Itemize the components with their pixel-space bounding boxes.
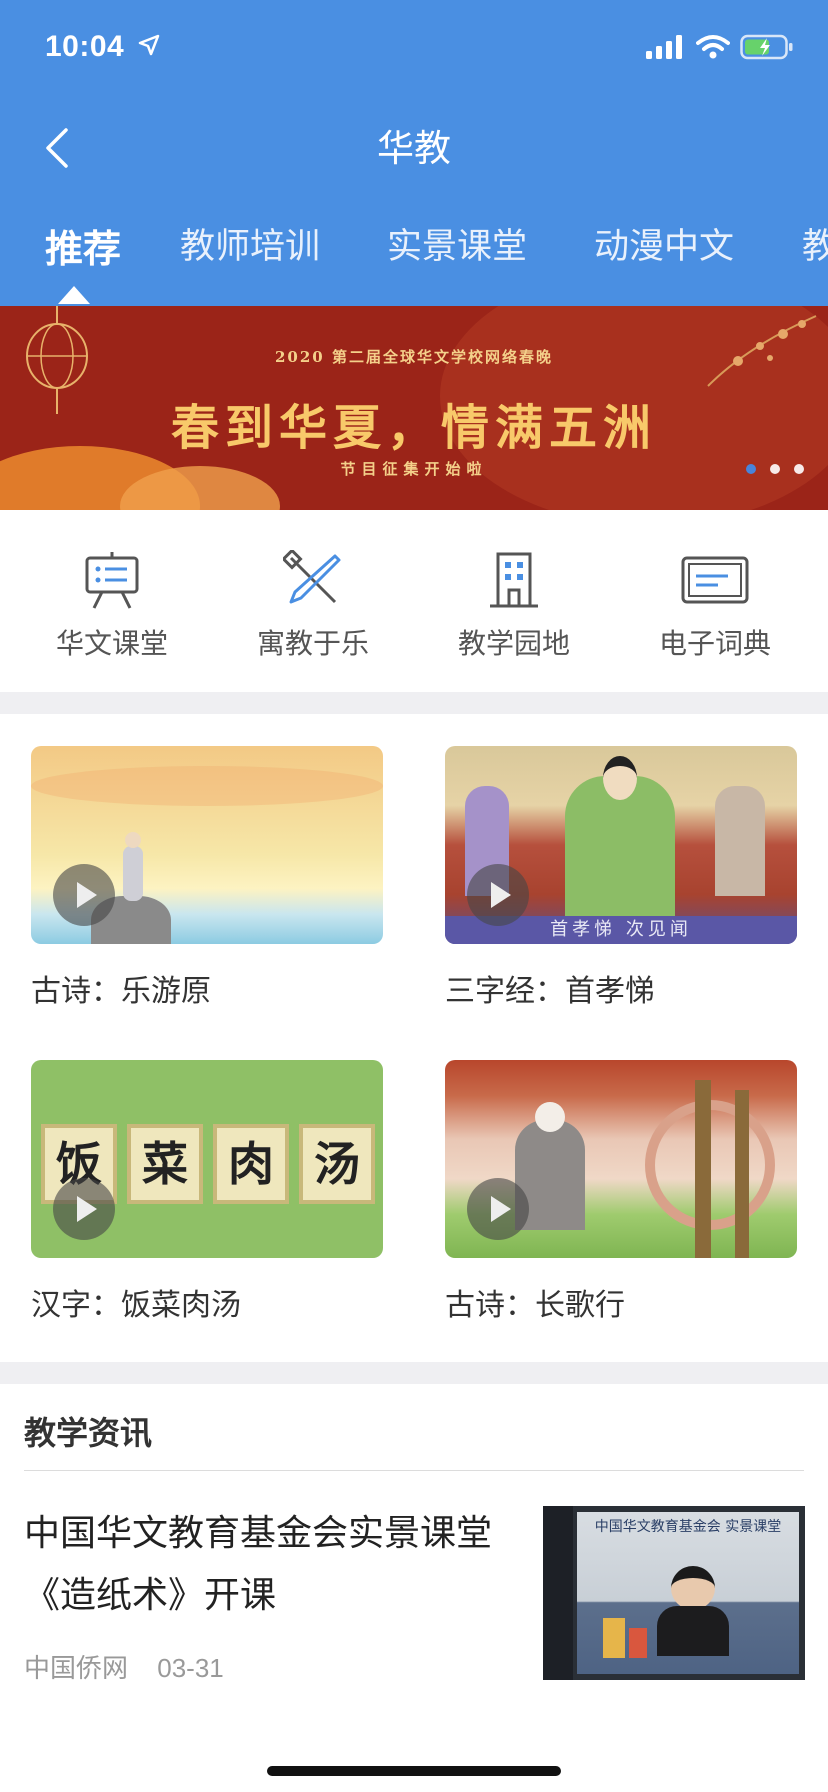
news-section-title: 教学资讯 [24,1415,153,1451]
location-arrow-icon [138,34,160,56]
quick-links: 华文课堂 寓教于乐 教学园地 电子词典 [0,510,828,692]
quick-link-chinese-class[interactable]: 华文课堂 [12,550,212,662]
play-icon[interactable] [53,864,115,926]
play-icon[interactable] [467,1178,529,1240]
news-meta: 中国侨网 03-31 [24,1648,246,1685]
carousel-dot[interactable] [794,464,804,474]
carousel-dot[interactable] [770,464,780,474]
character-card: 汤 [299,1124,375,1204]
banner-event-line: 2020 第二届全球华文学校网络春晚 [275,348,553,366]
video-thumbnail[interactable] [445,1060,797,1258]
section-divider [0,692,828,714]
wifi-icon [696,35,730,59]
banner-headline: 春到华夏，情满五洲 [170,400,657,456]
news-thumbnail[interactable]: 中国华文教育基金会 实景课堂 [543,1506,805,1680]
tab-live-classroom[interactable]: 实景课堂 [387,218,527,269]
tab-recommend[interactable]: 推荐 [45,218,121,273]
signal-icon [646,35,682,59]
video-thumbnail[interactable]: 首孝悌 次见闻 [445,746,797,944]
video-title: 古诗：乐游原 [31,975,211,1008]
status-time: 10:04 [45,30,125,63]
video-card[interactable]: 饭 菜 肉 汤 汉字：饭菜肉汤 [31,1060,383,1324]
tab-animated-chinese[interactable]: 动漫中文 [594,218,734,269]
news-source: 中国侨网 [24,1653,129,1683]
play-icon[interactable] [53,1178,115,1240]
video-card[interactable]: 古诗：长歌行 [445,1060,797,1324]
video-title: 汉字：饭菜肉汤 [31,1289,241,1322]
category-tabs: 推荐 教师培训 实景课堂 动漫中文 教 [0,218,828,278]
news-date: 03-31 [157,1653,224,1683]
quick-link-teaching-garden[interactable]: 教学园地 [414,550,614,662]
page-title: 华教 [377,128,451,169]
video-card[interactable]: 首孝悌 次见闻 三字经：首孝悌 [445,746,797,1010]
play-icon[interactable] [467,864,529,926]
tab-teacher-training[interactable]: 教师培训 [180,218,320,269]
pencil-ruler-icon [283,550,341,604]
quick-link-label: 电子词典 [658,628,771,659]
video-thumbnail[interactable]: 饭 菜 肉 汤 [31,1060,383,1258]
banner-subline: 节目征集开始啦 [340,460,488,478]
character-card: 肉 [213,1124,289,1204]
header-bar: 10:04 华教 推荐 教师培训 实景课堂 动漫中文 教 [0,0,828,306]
status-icons [646,34,794,60]
promo-banner[interactable]: 2020 第二届全球华文学校网络春晚 春到华夏，情满五洲 节目征集开始啦 [0,306,828,510]
carousel-dot[interactable] [746,464,756,474]
tab-more[interactable]: 教 [802,218,828,269]
divider [24,1470,804,1471]
video-card[interactable]: 古诗：乐游原 [31,746,383,1010]
video-title: 三字经：首孝悌 [445,975,655,1008]
video-thumbnail[interactable] [31,746,383,944]
quick-link-label: 教学园地 [457,628,570,659]
quick-link-dictionary[interactable]: 电子词典 [615,550,815,662]
section-divider [0,1362,828,1384]
classroom-board-icon [85,552,139,609]
quick-link-label: 华文课堂 [55,628,168,659]
character-card: 菜 [127,1124,203,1204]
quick-link-label: 寓教于乐 [256,628,369,659]
quick-link-edutainment[interactable]: 寓教于乐 [213,550,413,662]
video-grid: 古诗：乐游原 首孝悌 次见闻 三字经：首孝悌 饭 菜 肉 汤 汉字：饭菜肉汤 古… [0,714,828,1362]
building-icon [490,552,538,608]
news-image-text: 中国华文教育基金会 实景课堂 [594,1519,782,1535]
home-indicator [267,1766,561,1776]
dictionary-icon [681,556,749,604]
news-headline[interactable]: 中国华文教育基金会实景课堂《造纸术》开课 [24,1502,524,1626]
news-section: 教学资讯 中国华文教育基金会实景课堂《造纸术》开课 中国侨网 03-31 中国华… [0,1384,828,1792]
active-tab-indicator [58,286,90,304]
carousel-dots [746,464,804,474]
video-title: 古诗：长歌行 [445,1289,625,1322]
battery-charging-icon [740,34,793,60]
